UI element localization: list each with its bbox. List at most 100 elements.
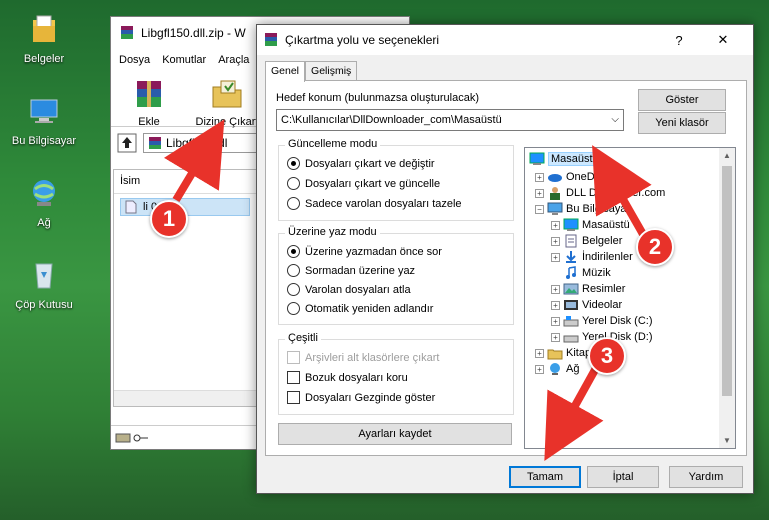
option-label: Sormadan üzerine yaz — [305, 264, 416, 277]
drive-icon — [563, 316, 579, 327]
ok-button[interactable]: Tamam — [509, 466, 581, 488]
tab-advanced[interactable]: Gelişmiş — [305, 61, 358, 81]
radio-icon[interactable] — [287, 177, 300, 190]
radio-icon[interactable] — [287, 283, 300, 296]
tree-item-label: Bu Bilgisaya — [566, 203, 627, 215]
misc-option-show-explorer[interactable]: Dosyaları Gezginde göster — [287, 391, 435, 404]
radio-icon[interactable] — [287, 264, 300, 277]
expand-icon[interactable]: + — [535, 364, 544, 374]
folder-tree[interactable]: Masaüstü + OneDri + DLL Dow nader.com − … — [524, 147, 736, 449]
tree-item-network[interactable]: + Ağ — [535, 362, 579, 376]
tree-item-libraries[interactable]: + Kitap — [535, 346, 591, 360]
callout-1: 1 — [150, 200, 188, 238]
misc-option-keep-broken[interactable]: Bozuk dosyaları koru — [287, 371, 408, 384]
expand-icon[interactable]: + — [551, 236, 560, 246]
add-button[interactable]: Ekle — [119, 77, 179, 128]
expand-icon[interactable]: + — [535, 348, 544, 358]
checkbox-icon[interactable] — [287, 371, 300, 384]
desktop-icon-this-pc[interactable]: Bu Bilgisayar — [6, 94, 82, 147]
tree-item-downloads[interactable]: + İndirilenler — [551, 250, 633, 264]
help-button[interactable]: Yardım — [669, 466, 743, 488]
option-label: Dosyaları çıkart ve değiştir — [305, 157, 435, 170]
option-label: Sadece varolan dosyaları tazele — [305, 197, 462, 210]
tree-item-drive-c[interactable]: + Yerel Disk (C:) — [551, 314, 653, 328]
computer-icon — [547, 202, 563, 215]
expand-icon[interactable]: + — [535, 172, 544, 182]
folder-documents-icon — [33, 15, 55, 42]
path-text: Libgfl150.dl — [166, 136, 228, 150]
tree-item-documents[interactable]: + Belgeler — [551, 234, 622, 248]
radio-selected-icon[interactable] — [287, 245, 300, 258]
tree-item-pictures[interactable]: + Resimler — [551, 282, 625, 296]
update-option-update[interactable]: Dosyaları çıkart ve güncelle — [287, 177, 440, 190]
tree-item-desktop[interactable]: + Masaüstü — [551, 218, 630, 232]
option-label: Dosyaları çıkart ve güncelle — [305, 177, 441, 190]
overwrite-option-skip[interactable]: Varolan dosyaları atla — [287, 283, 411, 296]
overwrite-option-ask[interactable]: Üzerine yazmadan önce sor — [287, 245, 442, 258]
menu-file[interactable]: Dosya — [119, 54, 150, 66]
expand-icon[interactable]: + — [551, 284, 560, 294]
tab-general[interactable]: Genel — [265, 61, 306, 82]
show-button[interactable]: Göster — [638, 89, 726, 111]
option-label: Dosyaları Gezginde göster — [305, 391, 436, 404]
desktop-icon — [563, 218, 579, 231]
desktop-icon-recycle-bin[interactable]: Çöp Kutusu — [6, 258, 82, 311]
extract-to-button[interactable]: Dizine Çıkart — [189, 77, 265, 128]
scroll-thumb[interactable] — [722, 166, 732, 396]
overwrite-option-rename[interactable]: Otomatik yeniden adlandır — [287, 302, 433, 315]
scroll-up-icon[interactable]: ▲ — [723, 151, 731, 160]
dest-path-combo[interactable]: C:\Kullanıcılar\DllDownloader_com\Masaüs… — [276, 109, 624, 131]
chevron-down-icon[interactable]: ⌵ — [611, 114, 619, 125]
checkbox-disabled-icon — [287, 351, 300, 364]
collapse-icon[interactable]: − — [535, 204, 544, 214]
drive-icon — [563, 335, 579, 343]
desktop-icon-label: Bu Bilgisayar — [11, 135, 77, 147]
computer-icon — [30, 99, 58, 123]
general-panel: Hedef konum (bulunmazsa oluşturulacak) C… — [265, 80, 747, 456]
expand-icon[interactable]: + — [551, 252, 560, 262]
cancel-button[interactable]: İptal — [587, 466, 659, 488]
radio-selected-icon[interactable] — [287, 157, 300, 170]
menu-commands[interactable]: Komutlar — [162, 54, 206, 66]
close-icon[interactable]: ✕ — [701, 25, 745, 55]
expand-icon[interactable]: + — [551, 300, 560, 310]
pictures-icon — [563, 283, 579, 295]
radio-icon[interactable] — [287, 197, 300, 210]
dll-file-icon — [125, 200, 137, 214]
tree-item-label: DLL Dow nader.com — [566, 187, 666, 199]
tree-item-label: İndirilenler — [582, 251, 633, 263]
expand-icon[interactable]: + — [551, 220, 560, 230]
tree-item-onedrive[interactable]: + OneDri — [535, 170, 601, 184]
scroll-down-icon[interactable]: ▼ — [723, 436, 731, 445]
tree-vertical-scrollbar[interactable]: ▲ ▼ — [719, 148, 735, 448]
tree-item-desktop-root[interactable]: Masaüstü — [529, 152, 602, 166]
network-globe-icon — [33, 180, 55, 206]
desktop-icon-network[interactable]: Ağ — [6, 176, 82, 229]
tree-item-this-pc[interactable]: − Bu Bilgisaya — [535, 202, 627, 216]
update-option-freshen[interactable]: Sadece varolan dosyaları tazele — [287, 197, 462, 210]
expand-icon[interactable]: + — [551, 316, 560, 326]
checkbox-icon[interactable] — [287, 391, 300, 404]
tree-item-label: Videolar — [582, 299, 623, 311]
expand-icon[interactable]: + — [551, 332, 560, 342]
add-label: Ekle — [138, 116, 160, 128]
overwrite-option-without-prompt[interactable]: Sormadan üzerine yaz — [287, 264, 415, 277]
desktop-icon-documents[interactable]: Belgeler — [6, 12, 82, 65]
expand-icon[interactable]: + — [535, 188, 544, 198]
radio-icon[interactable] — [287, 302, 300, 315]
extract-folder-icon — [212, 80, 242, 108]
save-settings-button[interactable]: Ayarları kaydet — [278, 423, 512, 445]
overwrite-mode-group: Üzerine yaz modu Üzerine yazmadan önce s… — [278, 226, 514, 325]
desktop-icon-label: Ağ — [37, 217, 51, 229]
menu-tools[interactable]: Araçla — [218, 54, 249, 66]
recycle-bin-icon — [35, 263, 53, 289]
up-folder-icon[interactable] — [117, 133, 137, 153]
help-icon[interactable]: ? — [657, 25, 701, 55]
tree-item-videos[interactable]: + Videolar — [551, 298, 622, 312]
new-folder-button[interactable]: Yeni klasör — [638, 112, 726, 134]
option-label: Varolan dosyaları atla — [305, 283, 411, 296]
update-option-replace[interactable]: Dosyaları çıkart ve değiştir — [287, 157, 435, 170]
tree-item-user[interactable]: + DLL Dow nader.com — [535, 186, 665, 200]
tree-item-music[interactable]: Müzik — [551, 266, 611, 280]
documents-icon — [565, 234, 577, 248]
